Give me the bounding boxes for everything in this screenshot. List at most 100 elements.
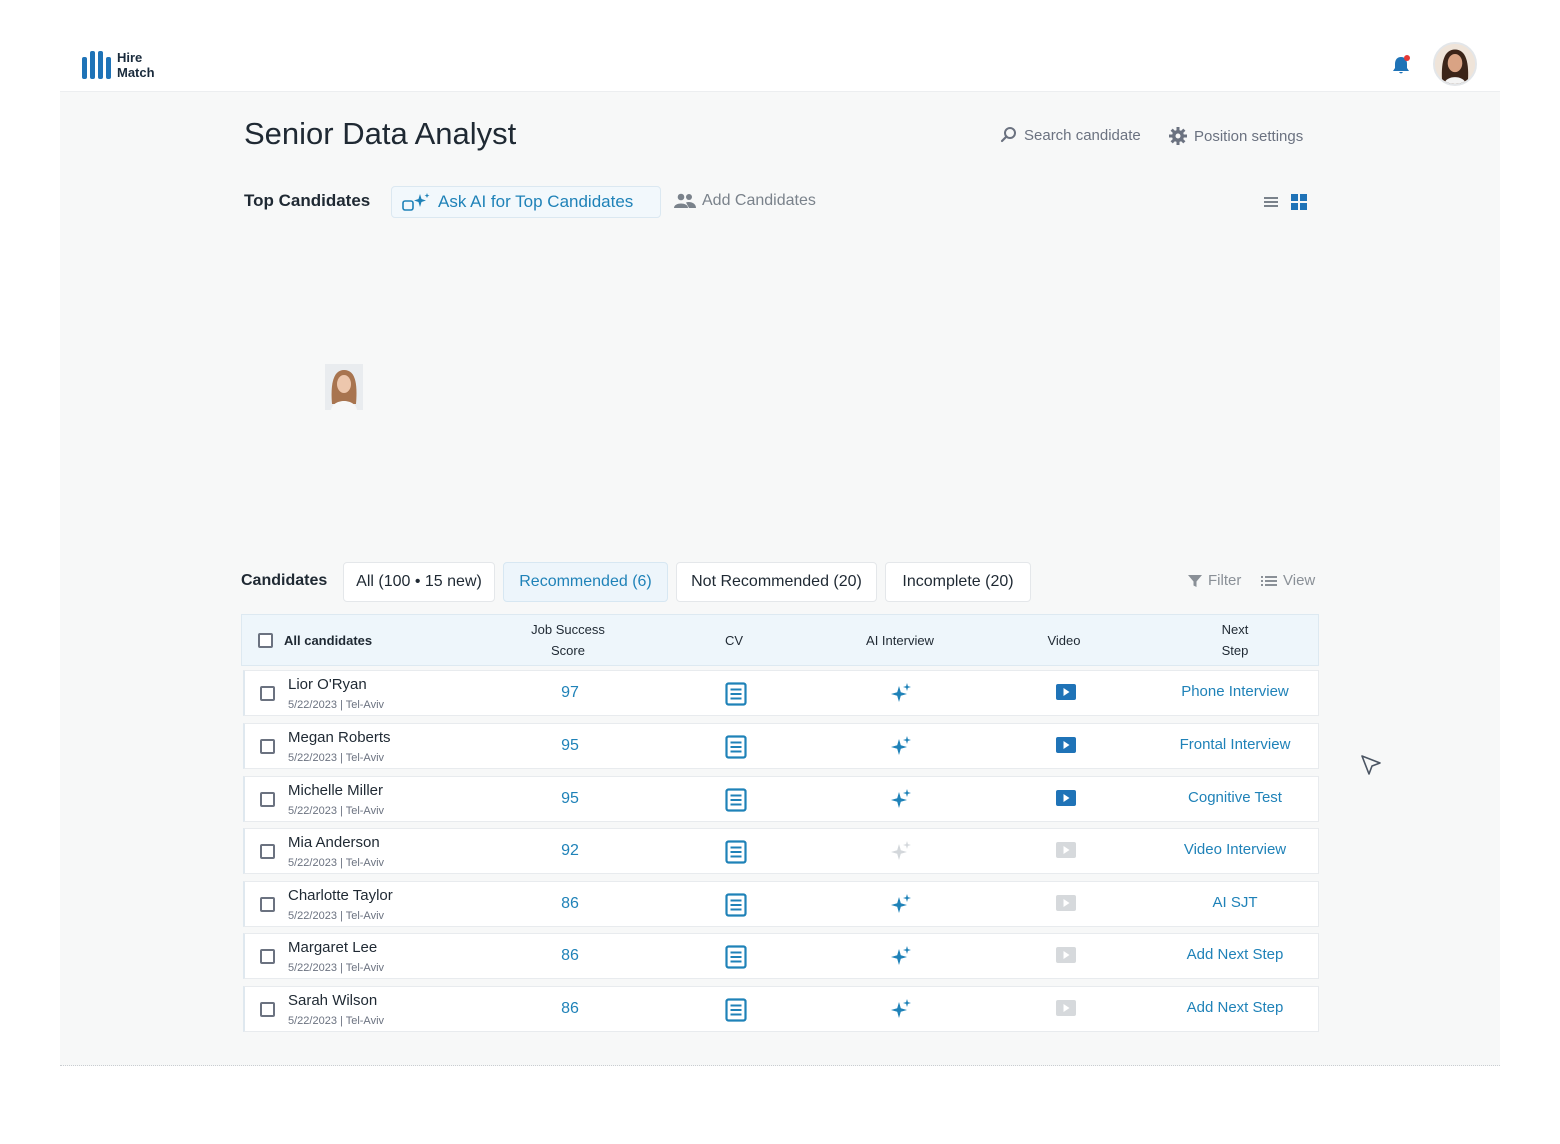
table-row[interactable]: Lior O'Ryan 5/22/2023 | Tel-Aviv 97 Phone I… [243, 670, 1319, 716]
next-step-link[interactable]: Frontal Interview [1145, 736, 1325, 753]
top-bar: Hire Match [60, 0, 1500, 92]
cv-document-icon[interactable] [725, 682, 747, 711]
filter-button[interactable]: Filter [1188, 572, 1241, 589]
gear-icon [1169, 127, 1187, 145]
tab-recommended-label: Recommended (6) [519, 573, 652, 590]
candidate-name[interactable]: Lior O'Ryan [288, 676, 367, 693]
add-candidates-label: Add Candidates [702, 192, 816, 209]
candidate-meta: 5/22/2023 | Tel-Aviv [288, 857, 385, 869]
row-checkbox[interactable] [260, 897, 275, 912]
next-step-link[interactable]: Cognitive Test [1145, 789, 1325, 806]
next-step-link[interactable]: AI SJT [1145, 894, 1325, 911]
view-list-icon [1261, 575, 1277, 586]
ask-ai-label: Ask AI for Top Candidates [438, 192, 634, 211]
ai-sparkle-icon [890, 840, 912, 867]
candidate-photo[interactable] [325, 364, 363, 410]
candidate-name[interactable]: Mia Anderson [288, 834, 380, 851]
table-row[interactable]: Megan Roberts 5/22/2023 | Tel-Aviv 95 Front… [243, 723, 1319, 769]
video-play-icon[interactable] [1056, 790, 1076, 811]
tab-incomplete-label: Incomplete (20) [902, 573, 1014, 590]
ai-sparkle-icon[interactable] [890, 788, 912, 815]
tab-incomplete[interactable]: Incomplete (20) [885, 562, 1031, 602]
ai-sparkle-icon[interactable] [890, 682, 912, 709]
filter-label: Filter [1208, 572, 1242, 589]
next-step-link[interactable]: Phone Interview [1145, 683, 1325, 700]
next-step-link[interactable]: Video Interview [1145, 841, 1325, 858]
header-video: Video [1047, 633, 1081, 648]
add-candidates-button[interactable]: Add Candidates [674, 192, 816, 210]
video-play-icon[interactable] [1056, 737, 1076, 758]
job-success-score: 86 [561, 1000, 579, 1017]
cv-document-icon[interactable] [725, 788, 747, 817]
select-all-checkbox[interactable] [258, 633, 273, 648]
candidate-meta: 5/22/2023 | Tel-Aviv [288, 752, 385, 764]
top-candidates-heading: Top Candidates [244, 191, 371, 210]
candidate-name[interactable]: Charlotte Taylor [288, 887, 393, 904]
row-checkbox[interactable] [260, 1002, 275, 1017]
tab-all-label: All (100 • 15 new) [356, 573, 482, 590]
table-header: All candidates Job Success Score CV AI In… [241, 614, 1319, 666]
table-row[interactable]: Mia Anderson 5/22/2023 | Tel-Aviv 92 Video … [243, 828, 1319, 874]
candidate-meta: 5/22/2023 | Tel-Aviv [288, 910, 385, 922]
ask-ai-button[interactable]: Ask AI for Top Candidates [391, 186, 661, 218]
video-play-icon [1056, 842, 1076, 863]
grid-view-icon[interactable] [1290, 193, 1308, 211]
header-ai-interview: AI Interview [866, 633, 934, 648]
candidate-meta: 5/22/2023 | Tel-Aviv [288, 1015, 385, 1027]
view-button[interactable]: View [1261, 572, 1315, 589]
ai-sparkle-icon[interactable] [890, 893, 912, 920]
candidate-name[interactable]: Margaret Lee [288, 939, 377, 956]
header-cv: CV [724, 633, 744, 648]
position-settings-label: Position settings [1194, 127, 1304, 145]
cv-document-icon[interactable] [725, 998, 747, 1027]
table-row[interactable]: Sarah Wilson 5/22/2023 | Tel-Aviv 86 Add Ne… [243, 986, 1319, 1032]
bell-icon[interactable] [1390, 54, 1412, 76]
candidate-name[interactable]: Sarah Wilson [288, 992, 377, 1009]
cv-document-icon[interactable] [725, 945, 747, 974]
candidates-heading: Candidates [241, 572, 328, 589]
table-row[interactable]: Margaret Lee 5/22/2023 | Tel-Aviv 86 Add Ne… [243, 933, 1319, 979]
cv-document-icon[interactable] [725, 893, 747, 922]
header-next-step: Next Step [1221, 622, 1249, 658]
cv-document-icon[interactable] [725, 735, 747, 764]
tab-all[interactable]: All (100 • 15 new) [343, 562, 495, 602]
search-candidate-button[interactable]: Search candidate [1000, 126, 1141, 144]
row-checkbox[interactable] [260, 949, 275, 964]
header-all-candidates: All candidates [284, 633, 373, 648]
filter-icon [1188, 574, 1202, 587]
user-avatar[interactable] [1433, 42, 1477, 86]
app-frame: Hire Match Senior Data Analyst Search ca… [60, 0, 1500, 1066]
job-success-score: 86 [561, 947, 579, 964]
row-checkbox[interactable] [260, 739, 275, 754]
next-step-link[interactable]: Add Next Step [1145, 999, 1325, 1016]
view-toggle [1262, 193, 1308, 211]
video-play-icon [1056, 947, 1076, 968]
video-play-icon[interactable] [1056, 684, 1076, 705]
candidate-meta: 5/22/2023 | Tel-Aviv [288, 805, 385, 817]
position-settings-button[interactable]: Position settings [1168, 126, 1303, 146]
ai-sparkle-icon[interactable] [890, 945, 912, 972]
row-checkbox[interactable] [260, 792, 275, 807]
ai-sparkle-icon[interactable] [890, 735, 912, 762]
table-row[interactable]: Michelle Miller 5/22/2023 | Tel-Aviv 95 Cog… [243, 776, 1319, 822]
tab-recommended[interactable]: Recommended (6) [503, 562, 668, 602]
row-checkbox[interactable] [260, 844, 275, 859]
row-checkbox[interactable] [260, 686, 275, 701]
video-play-icon [1056, 895, 1076, 916]
cursor-icon [1361, 755, 1381, 775]
tab-not-recommended-label: Not Recommended (20) [691, 573, 862, 590]
table-row[interactable]: Charlotte Taylor 5/22/2023 | Tel-Aviv 86 AI… [243, 881, 1319, 927]
candidate-name[interactable]: Michelle Miller [288, 782, 383, 799]
tab-not-recommended[interactable]: Not Recommended (20) [676, 562, 877, 602]
page-title: Senior Data Analyst [244, 116, 517, 151]
video-play-icon [1056, 1000, 1076, 1021]
next-step-link[interactable]: Add Next Step [1145, 946, 1325, 963]
cv-document-icon[interactable] [725, 840, 747, 869]
logo[interactable]: Hire Match [82, 50, 155, 80]
job-success-score: 86 [561, 895, 579, 912]
sparkle-icon [402, 193, 430, 211]
candidate-name[interactable]: Megan Roberts [288, 729, 391, 746]
ai-sparkle-icon[interactable] [890, 998, 912, 1025]
candidate-meta: 5/22/2023 | Tel-Aviv [288, 699, 385, 711]
list-view-icon[interactable] [1262, 193, 1280, 211]
